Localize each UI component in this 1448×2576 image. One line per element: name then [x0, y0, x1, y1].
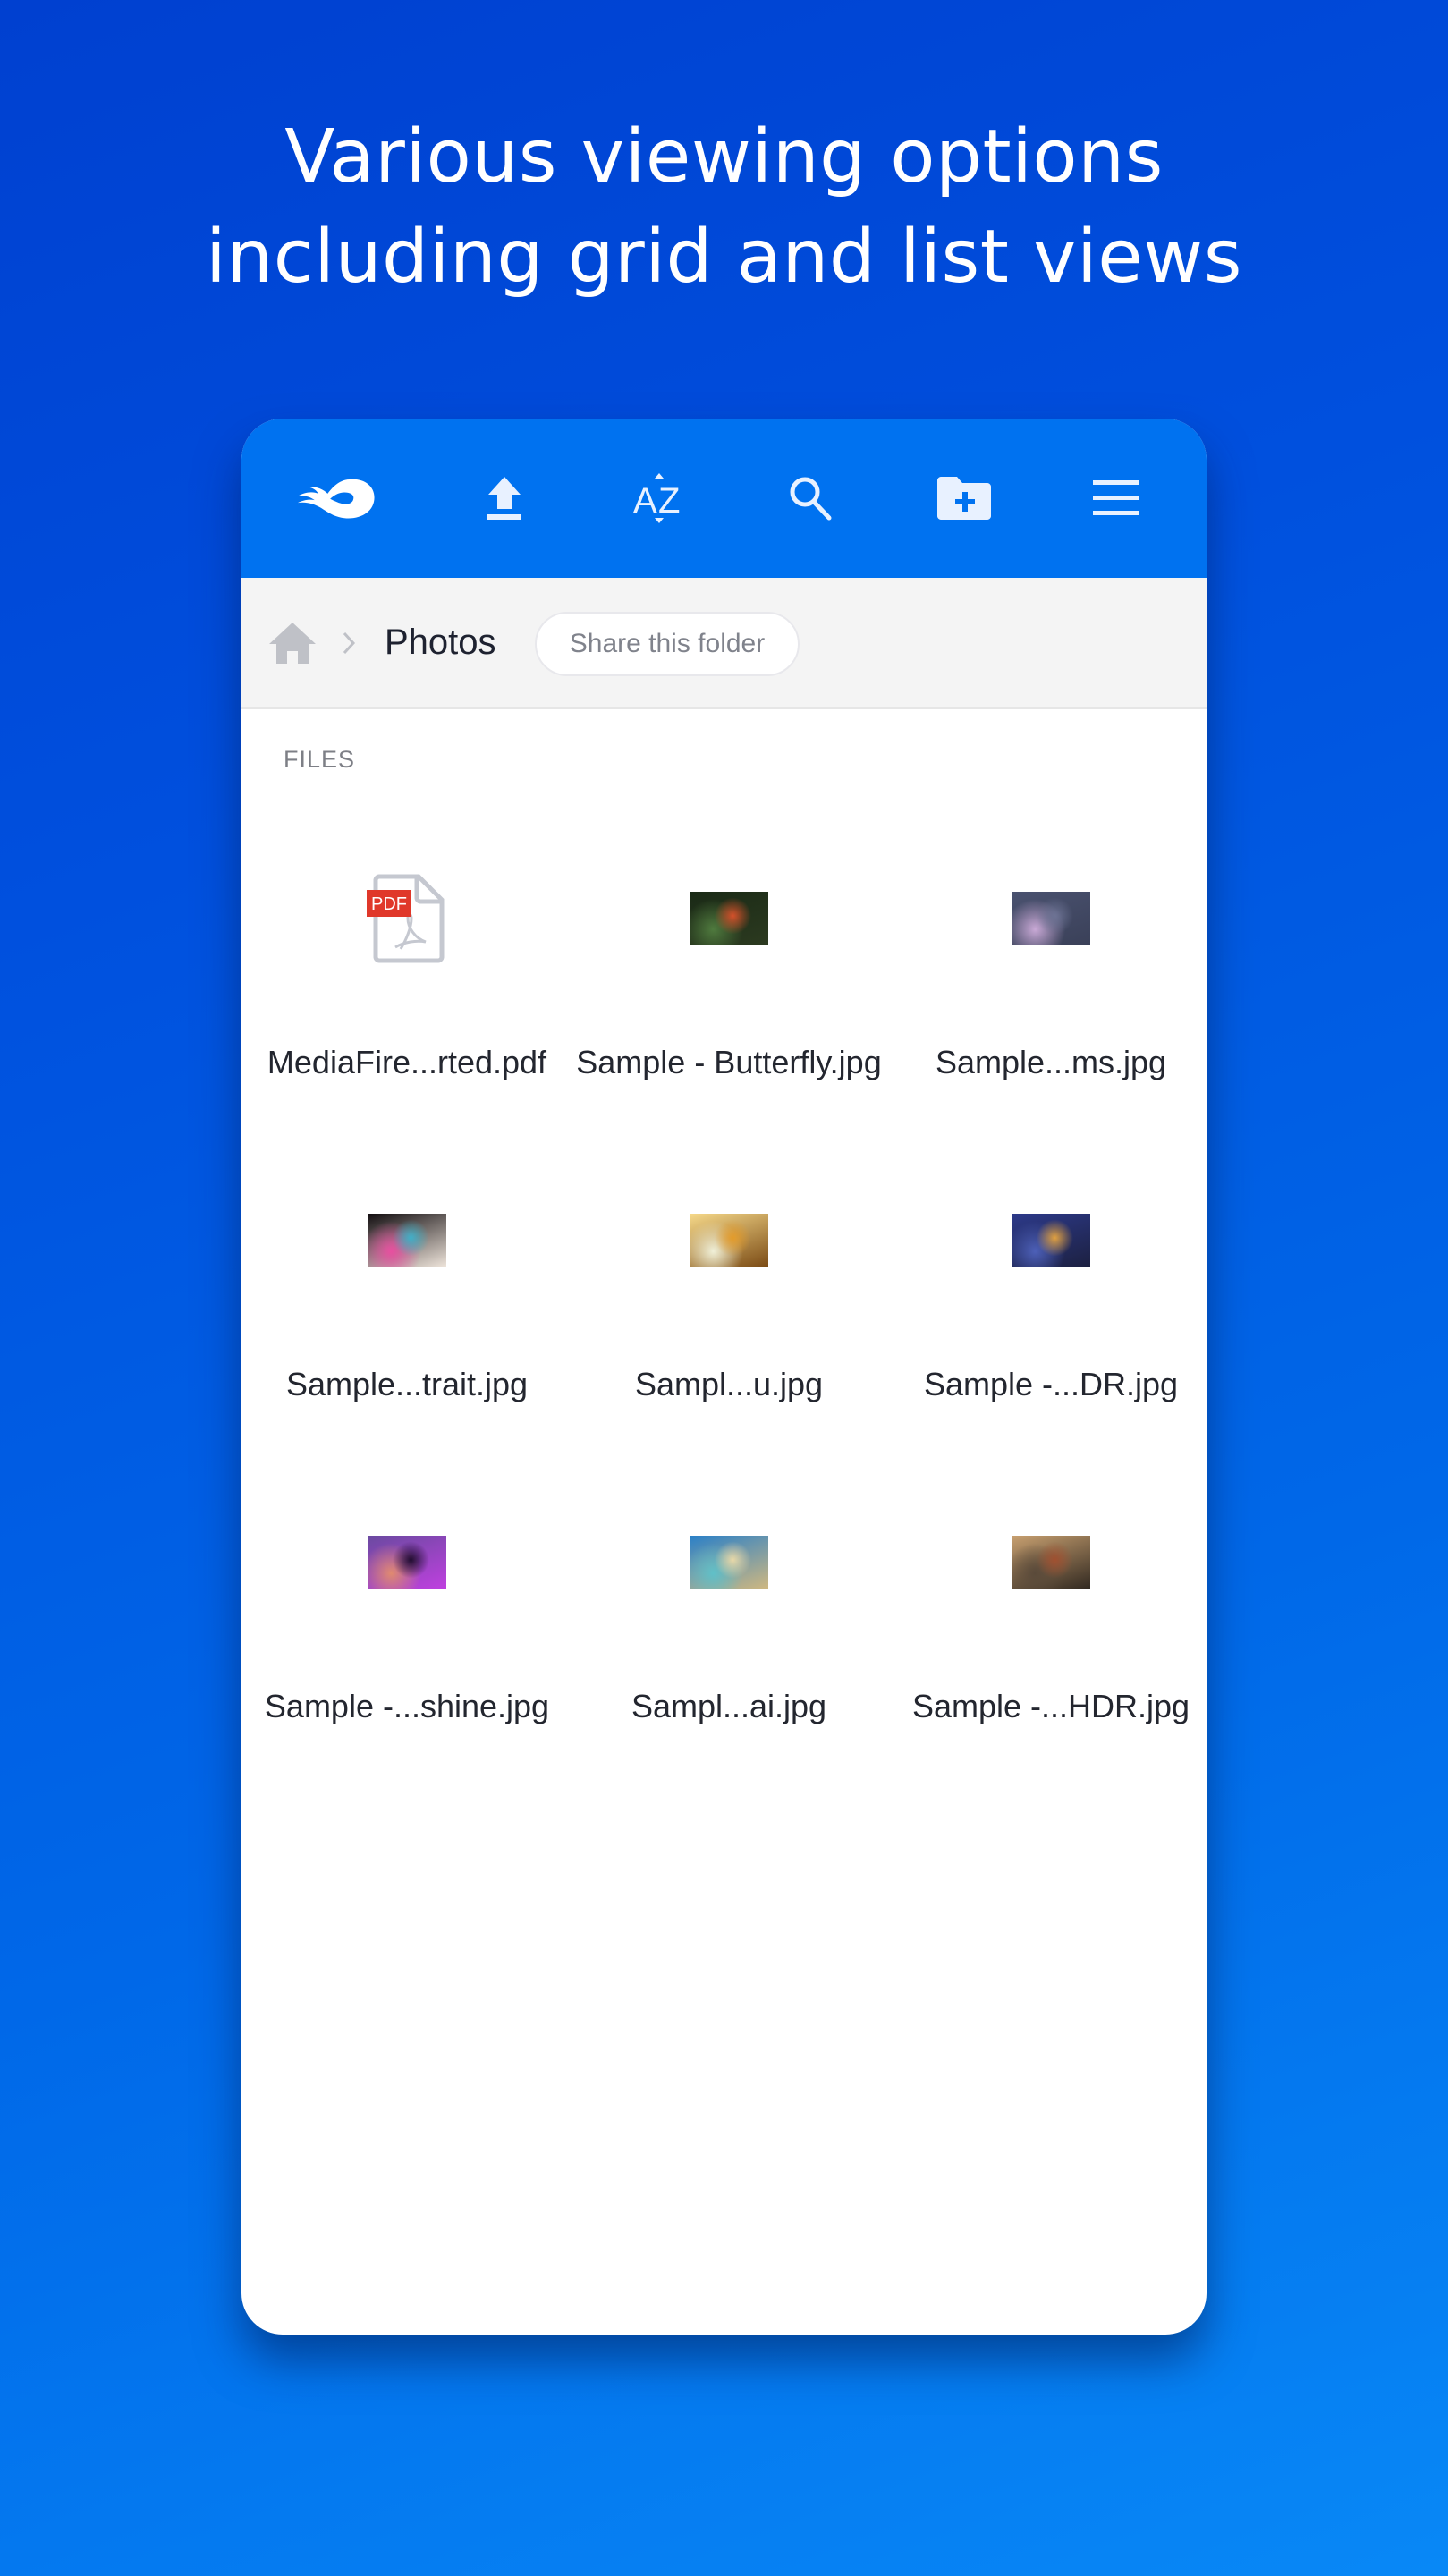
- image-thumbnail: [690, 892, 768, 945]
- file-tile[interactable]: Sampl...ai.jpg: [577, 1456, 881, 1751]
- file-tile[interactable]: Sample - Butterfly.jpg: [576, 812, 882, 1107]
- mediafire-logo-button[interactable]: [295, 458, 376, 538]
- upload-icon: [487, 477, 521, 520]
- image-thumbnail: [690, 1214, 768, 1267]
- files-section-label: FILES: [284, 746, 356, 773]
- new-folder-button[interactable]: [924, 458, 1004, 538]
- chevron-right-icon: [342, 631, 356, 659]
- file-name: Sample -...HDR.jpg: [911, 1688, 1190, 1724]
- image-thumbnail: [1012, 892, 1090, 945]
- pdf-file-icon: PDF: [367, 874, 447, 963]
- image-thumbnail: [1012, 1536, 1090, 1589]
- image-thumbnail: [690, 1536, 768, 1589]
- mediafire-logo-icon: [297, 479, 375, 519]
- file-tile[interactable]: Sample -...DR.jpg: [899, 1134, 1203, 1429]
- file-tile[interactable]: Sample...ms.jpg: [899, 812, 1203, 1107]
- image-thumbnail: [1012, 1214, 1090, 1267]
- file-tile[interactable]: Sampl...u.jpg: [577, 1134, 881, 1429]
- file-name: Sample -...shine.jpg: [264, 1688, 550, 1724]
- upload-button[interactable]: [464, 458, 545, 538]
- file-name: Sampl...ai.jpg: [631, 1688, 827, 1724]
- app-window: A Z Photos Share this folder FILES PDF M…: [241, 419, 1207, 2334]
- svg-text:PDF: PDF: [371, 894, 407, 914]
- sort-button[interactable]: A Z: [619, 458, 699, 538]
- file-name: Sample -...DR.jpg: [923, 1366, 1179, 1402]
- headline: Various viewing options including grid a…: [0, 107, 1448, 308]
- breadcrumb-current-folder[interactable]: Photos: [385, 621, 496, 664]
- file-tile[interactable]: Sample -...shine.jpg: [255, 1456, 559, 1751]
- file-name: Sample - Butterfly.jpg: [576, 1044, 882, 1080]
- file-name: Sampl...u.jpg: [634, 1366, 824, 1402]
- search-button[interactable]: [770, 458, 851, 538]
- image-thumbnail: [368, 1536, 446, 1589]
- file-name: Sample...ms.jpg: [935, 1044, 1167, 1080]
- svg-text:A: A: [633, 481, 657, 521]
- file-name: MediaFire...rted.pdf: [267, 1044, 547, 1080]
- app-toolbar: A Z: [241, 419, 1207, 578]
- svg-text:Z: Z: [658, 481, 680, 521]
- new-folder-icon: [937, 477, 991, 520]
- share-folder-button[interactable]: Share this folder: [535, 612, 800, 676]
- image-thumbnail: [368, 1214, 446, 1267]
- breadcrumb: Photos Share this folder: [241, 578, 1207, 709]
- search-icon: [790, 477, 832, 521]
- file-tile[interactable]: PDF MediaFire...rted.pdf: [255, 812, 559, 1107]
- headline-line-1: Various viewing options: [284, 114, 1164, 199]
- sort-az-icon: A Z: [633, 473, 680, 523]
- menu-icon: [1093, 480, 1139, 515]
- home-icon[interactable]: [269, 623, 316, 668]
- headline-line-2: including grid and list views: [205, 215, 1243, 300]
- file-name: Sample...trait.jpg: [285, 1366, 529, 1402]
- file-tile[interactable]: Sample...trait.jpg: [255, 1134, 559, 1429]
- file-tile[interactable]: Sample -...HDR.jpg: [899, 1456, 1203, 1751]
- menu-button[interactable]: [1076, 458, 1156, 538]
